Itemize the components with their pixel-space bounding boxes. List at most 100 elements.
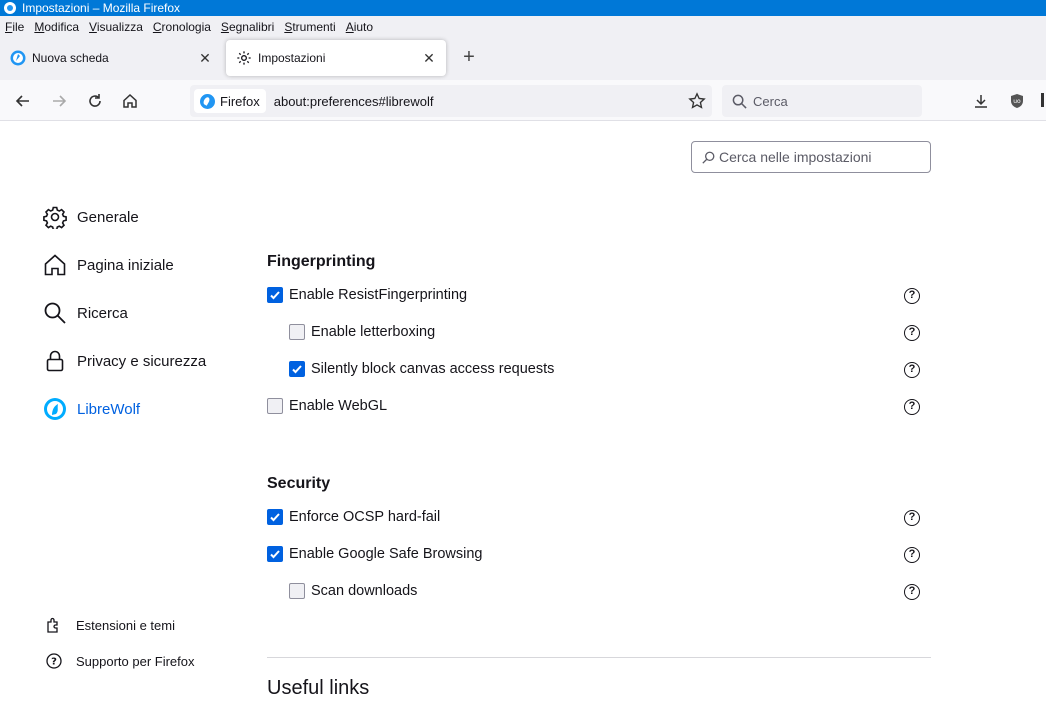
section-title-fingerprinting: Fingerprinting (267, 253, 376, 270)
tab-nuova-scheda[interactable]: Nuova scheda ✕ (0, 40, 222, 76)
preferences-content: Cerca nelle impostazioni Generale Pagina… (0, 121, 1046, 704)
home-icon (123, 93, 137, 108)
option-label: Enable letterboxing (311, 324, 436, 340)
home-button[interactable] (117, 88, 143, 114)
forward-button[interactable] (46, 88, 72, 114)
close-tab-icon[interactable]: ✕ (196, 49, 214, 67)
arrow-left-icon (15, 95, 29, 107)
checkbox-checked[interactable] (289, 361, 305, 377)
help-icon[interactable]: ? (904, 547, 920, 563)
menu-visualizza[interactable]: Visualizza (84, 17, 148, 37)
checkbox-checked[interactable] (267, 509, 283, 525)
category-label: Pagina iniziale (77, 256, 174, 274)
section-title-useful-links: Useful links (267, 677, 370, 699)
category-label: Privacy e sicurezza (77, 352, 207, 370)
category-generale[interactable]: Generale (42, 200, 139, 234)
help-icon[interactable]: ? (904, 325, 920, 341)
checkmark-icon (270, 550, 280, 559)
firefox-support-link[interactable]: ? Supporto per Firefox (44, 650, 195, 672)
reload-button[interactable] (82, 88, 108, 114)
firefox-icon (200, 93, 215, 109)
menu-modifica[interactable]: Modifica (29, 17, 84, 37)
extensions-themes-link[interactable]: Estensioni e temi (44, 614, 175, 636)
search-placeholder: Cerca (753, 93, 788, 109)
reload-icon (89, 94, 101, 107)
menu-aiuto[interactable]: Aiuto (341, 17, 378, 37)
identity-label: Firefox (220, 93, 260, 109)
menu-segnalibri[interactable]: Segnalibri (216, 17, 279, 37)
downloads-button[interactable] (968, 88, 994, 114)
help-icon[interactable]: ? (904, 288, 920, 304)
option-label: Enforce OCSP hard-fail (289, 509, 441, 525)
overflow-menu-edge[interactable] (1041, 93, 1044, 107)
download-icon (975, 95, 987, 108)
search-bar[interactable]: Cerca (722, 85, 922, 117)
help-circle-icon: ? (44, 651, 64, 671)
ublock-shield-icon: uo (1011, 94, 1023, 108)
option-letterboxing[interactable]: Enable letterboxing (289, 320, 435, 344)
section-divider (267, 657, 931, 658)
svg-text:uo: uo (1013, 98, 1021, 105)
section-title-security: Security (267, 475, 331, 492)
checkmark-icon (270, 513, 280, 522)
navigation-bar: Firefox about:preferences#librewolf Cerc… (0, 80, 1046, 121)
checkbox-unchecked[interactable] (289, 583, 305, 599)
url-text[interactable]: about:preferences#librewolf (274, 94, 434, 109)
gear-icon (42, 204, 68, 230)
menu-file[interactable]: File (0, 17, 29, 37)
bookmark-star-icon[interactable] (688, 92, 706, 110)
search-icon (702, 151, 715, 164)
checkbox-checked[interactable] (267, 546, 283, 562)
category-label: Generale (77, 208, 139, 226)
option-label: Scan downloads (311, 583, 418, 599)
gear-icon (236, 50, 252, 66)
settings-search-input[interactable]: Cerca nelle impostazioni (691, 141, 931, 173)
new-tab-button[interactable]: + (458, 47, 480, 69)
tab-impostazioni[interactable]: Impostazioni ✕ (226, 40, 446, 76)
settings-search-placeholder: Cerca nelle impostazioni (719, 149, 872, 165)
footer-link-label: Estensioni e temi (76, 617, 175, 633)
option-label: Enable Google Safe Browsing (289, 546, 483, 562)
category-librewolf[interactable]: LibreWolf (42, 392, 140, 426)
category-label: Ricerca (77, 304, 128, 322)
ublock-button[interactable]: uo (1004, 88, 1030, 114)
menu-cronologia[interactable]: Cronologia (148, 17, 216, 37)
tab-label: Nuova scheda (32, 51, 109, 65)
window-title: Impostazioni – Mozilla Firefox (22, 1, 181, 15)
close-tab-icon[interactable]: ✕ (420, 49, 438, 67)
url-bar[interactable]: Firefox about:preferences#librewolf (190, 85, 712, 117)
firefox-icon (10, 50, 26, 66)
option-resist-fingerprinting[interactable]: Enable ResistFingerprinting (267, 283, 467, 307)
checkbox-unchecked[interactable] (289, 324, 305, 340)
option-webgl[interactable]: Enable WebGL (267, 394, 387, 418)
help-icon[interactable]: ? (904, 399, 920, 415)
category-label: LibreWolf (77, 400, 141, 418)
help-icon[interactable]: ? (904, 510, 920, 526)
site-identity[interactable]: Firefox (194, 89, 266, 113)
option-ocsp-hard-fail[interactable]: Enforce OCSP hard-fail (267, 505, 440, 529)
svg-text:?: ? (51, 657, 57, 668)
arrow-right-icon (53, 95, 67, 107)
window-titlebar: Impostazioni – Mozilla Firefox (0, 0, 1046, 16)
option-safe-browsing[interactable]: Enable Google Safe Browsing (267, 542, 482, 566)
option-label: Enable ResistFingerprinting (289, 287, 468, 303)
category-privacy[interactable]: Privacy e sicurezza (42, 344, 206, 378)
search-icon (42, 300, 68, 326)
category-ricerca[interactable]: Ricerca (42, 296, 128, 330)
menu-strumenti[interactable]: Strumenti (279, 17, 340, 37)
help-icon[interactable]: ? (904, 584, 920, 600)
footer-link-label: Supporto per Firefox (76, 653, 195, 669)
menu-bar: File Modifica Visualizza Cronologia Segn… (0, 16, 1046, 38)
help-icon[interactable]: ? (904, 362, 920, 378)
search-icon (732, 94, 747, 109)
option-block-canvas[interactable]: Silently block canvas access requests (289, 357, 554, 381)
checkbox-unchecked[interactable] (267, 398, 283, 414)
firefox-logo-icon (4, 2, 16, 14)
category-pagina-iniziale[interactable]: Pagina iniziale (42, 248, 174, 282)
home-icon (42, 252, 68, 278)
checkbox-checked[interactable] (267, 287, 283, 303)
librewolf-icon (42, 396, 68, 422)
option-label: Enable WebGL (289, 398, 388, 414)
option-scan-downloads[interactable]: Scan downloads (289, 579, 417, 603)
back-button[interactable] (10, 88, 36, 114)
